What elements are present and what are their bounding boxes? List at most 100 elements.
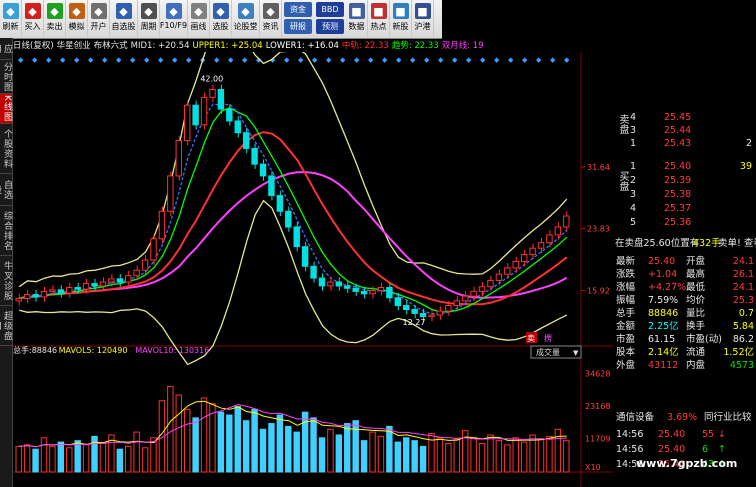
left-tab-label: 自选股 (0, 179, 12, 200)
info-item-5: LOWER1: +16.04 (265, 41, 339, 51)
sell-icon: ◆ (46, 3, 63, 19)
toolbar-extra-label: 沪港 (414, 22, 431, 31)
volume-bar (344, 423, 351, 473)
volume-bar (512, 437, 519, 473)
volume-bar (125, 445, 132, 473)
cell: 25.40 (664, 161, 692, 172)
candle (512, 261, 519, 269)
left-tab-4[interactable]: 自选股 (0, 174, 12, 206)
bid-row: 4 25.37 (614, 202, 756, 215)
candle (301, 246, 309, 267)
cell: 在卖盘25.60位置有 (615, 238, 700, 249)
event-marker: ◆ (354, 56, 360, 64)
event-marker: ◆ (144, 56, 150, 64)
ask-row: 1 25.43 2 (614, 137, 756, 150)
stat-row: 金额 2.25亿 换手 5.84 (614, 320, 756, 333)
cell: 均价 (686, 295, 706, 306)
candle (285, 210, 292, 228)
kline-chart[interactable]: ◆ ◆ ◆ ◆ ◆ ◆ ◆ ◆ ◆ ◆ ◆ ◆ ◆ ◆ ◆ ◆ ◆ ◆ ◆ ◆ ◆ ◆ ◆ ◆ ◆ ◆ ◆ ◆ ◆ ◆ ◆ ◆ ◆ ◆ ◆ ◆ ◆ ◆ ◆ ◆… (13, 52, 613, 487)
lock-icon: ◆ (90, 3, 107, 19)
cell: 1 (630, 138, 637, 149)
volume-bar (537, 438, 545, 473)
candle (369, 290, 376, 295)
left-tab-1[interactable]: 分时图 (0, 60, 12, 94)
cell[interactable]: 同行业比较 (704, 411, 752, 424)
cell: 61.15 (648, 334, 676, 345)
candle (293, 226, 300, 248)
left-tab-label: 综合排名 (2, 210, 12, 251)
candle (57, 289, 65, 294)
left-tab-7[interactable]: 超级盘口 (0, 306, 12, 346)
volume-bar (369, 431, 376, 473)
toolbar-button-label: 论股堂 (233, 22, 258, 31)
cell: 1 (630, 161, 637, 172)
candle (268, 175, 275, 197)
candle (478, 286, 486, 292)
left-tab-3[interactable]: 个股资料 (0, 124, 12, 174)
toolbar-button-2[interactable]: ◆ 卖出 (44, 0, 66, 38)
toolbar-extra-0[interactable]: ■ 数据 (346, 0, 368, 38)
toolbar-button-5[interactable]: ◆ 自选股 (110, 0, 138, 38)
chip-top-1[interactable]: 研报 (284, 19, 312, 34)
data-icon: ■ (348, 3, 365, 19)
toolbar-button-7[interactable]: ◆ F10/F9 (160, 0, 188, 38)
toolbar-button-6[interactable]: ◆ 周期 (138, 0, 160, 38)
toolbar-button-11[interactable]: ◆ 资讯 (260, 0, 282, 38)
event-marker: ◆ (32, 56, 38, 64)
toolbar-extra-2[interactable]: ■ 新股 (390, 0, 412, 38)
hotspot-icon: ■ (370, 3, 387, 19)
candle (251, 147, 258, 165)
event-marker: ◆ (158, 56, 164, 64)
candle (74, 287, 81, 290)
info-item-8: 双月线: 19 (441, 41, 484, 51)
left-tab-6[interactable]: 牛叉诊股 (0, 256, 12, 306)
event-marker: ◆ (74, 56, 80, 64)
chip-bottom-0[interactable]: BBD (316, 2, 344, 17)
volume-bar (445, 443, 452, 473)
toolbar-extra-1[interactable]: ■ 热点 (368, 0, 390, 38)
vol-type-dropdown[interactable]: 成交量 ▼ (530, 345, 582, 359)
info-item-3: MID1: +20.54 (130, 41, 190, 51)
candle (386, 287, 393, 299)
toolbar-button-3[interactable]: ◆ 模拟 (66, 0, 88, 38)
left-tab-label: 应用 (0, 43, 12, 54)
candle (411, 309, 418, 314)
cell: 通信设备 (616, 412, 655, 423)
chip-top-0[interactable]: 资金 (284, 2, 312, 17)
cell: 14:56 (616, 429, 644, 440)
event-marker: ◆ (438, 56, 444, 64)
stock-picker-icon: ◆ (212, 3, 229, 19)
cell: 25.40 (648, 256, 676, 267)
candle (445, 305, 452, 312)
volume-bar (360, 440, 368, 473)
cell: 88846 (648, 308, 679, 319)
toolbar-button-0[interactable]: ◆ 刷新 (0, 0, 22, 38)
chip-bottom-1[interactable]: 预测 (316, 19, 344, 34)
candle (419, 312, 427, 318)
event-marker: ◆ (340, 56, 346, 64)
volume-bar (411, 440, 418, 473)
volume-bar (57, 441, 65, 473)
toolbar-button-4[interactable]: ◆ 开户 (88, 0, 110, 38)
left-tab-2[interactable]: K线图 (0, 94, 12, 124)
candle (200, 96, 208, 126)
toolbar-button-10[interactable]: ◆ 论股堂 (232, 0, 260, 38)
toolbar-button-9[interactable]: ◆ 选股 (210, 0, 232, 38)
left-tab-0[interactable]: 应用 (0, 38, 12, 60)
toolbar-button-8[interactable]: ◆ 画线 (188, 0, 210, 38)
volume-bar (310, 417, 317, 473)
industry-row: 通信设备 3.69% 同行业比较 (614, 411, 756, 424)
candle (125, 275, 132, 283)
candle (226, 108, 233, 122)
volume-bar (167, 386, 174, 473)
toolbar-button-1[interactable]: ◆ 买入 (22, 0, 44, 38)
toolbar-button-label: 周期 (140, 22, 157, 31)
event-marker: ◆ (522, 56, 528, 64)
cell: 25.44 (664, 125, 692, 136)
cell: 6 (702, 444, 709, 455)
toolbar-extra-3[interactable]: ■ 沪港 (412, 0, 434, 38)
event-marker: ◆ (424, 56, 430, 64)
cell: 3 (630, 125, 637, 136)
upper-band-line (18, 52, 568, 288)
left-tab-5[interactable]: 综合排名 (0, 206, 12, 256)
